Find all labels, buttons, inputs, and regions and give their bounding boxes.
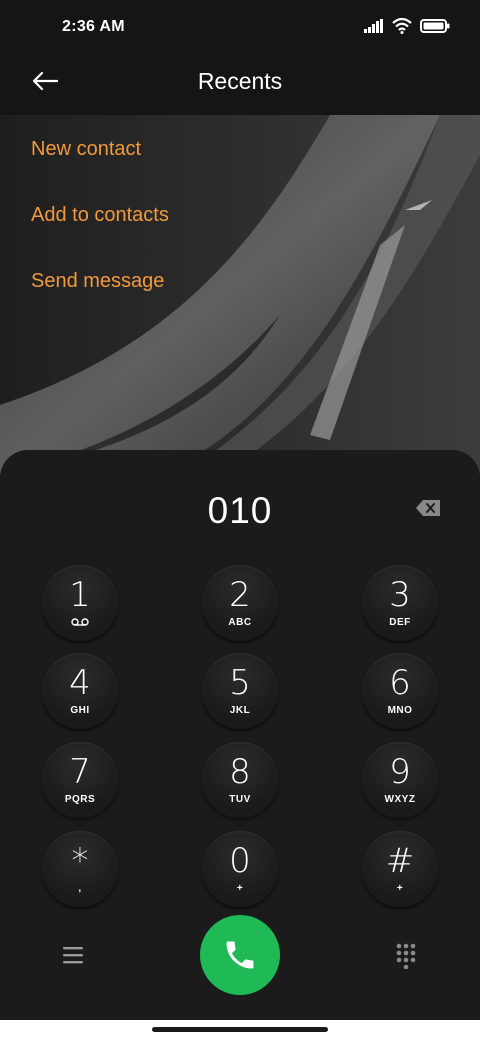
signal-icon <box>364 19 383 33</box>
key-2[interactable]: 2 ABC <box>202 565 278 641</box>
add-to-contacts-option[interactable]: Add to contacts <box>31 182 169 248</box>
key-hash-digit: # <box>385 841 415 881</box>
call-button[interactable] <box>200 915 280 995</box>
key-0[interactable]: 0 + <box>202 831 278 907</box>
new-contact-option[interactable]: New contact <box>31 116 169 182</box>
dialpad-icon[interactable] <box>396 943 416 969</box>
key-4-digit: 4 <box>69 663 91 703</box>
backspace-icon[interactable] <box>416 500 440 516</box>
status-time: 2:36 AM <box>62 18 125 35</box>
gesture-bar <box>0 1020 480 1040</box>
key-1[interactable]: 1 <box>42 565 118 641</box>
hamburger-icon[interactable] <box>62 945 84 965</box>
status-bar: 2:36 AM <box>0 0 480 56</box>
dialer-actions <box>0 915 480 995</box>
key-3-letters: DEF <box>389 617 411 628</box>
key-1-digit: 1 <box>69 575 91 615</box>
wifi-icon <box>392 18 412 34</box>
key-7-digit: 7 <box>69 752 91 792</box>
send-message-option[interactable]: Send message <box>31 248 169 314</box>
header: Recents <box>0 56 480 106</box>
options-menu: New contact Add to contacts Send message <box>31 116 169 314</box>
key-6-letters: MNO <box>387 705 413 716</box>
battery-icon <box>420 19 450 33</box>
phone-icon <box>226 941 254 969</box>
key-8-digit: 8 <box>229 752 251 792</box>
key-7[interactable]: 7 PQRS <box>42 742 118 818</box>
key-8[interactable]: 8 TUV <box>202 742 278 818</box>
home-indicator[interactable] <box>152 1027 328 1032</box>
voicemail-icon <box>71 618 89 626</box>
key-9[interactable]: 9 WXYZ <box>362 742 438 818</box>
key-3-digit: 3 <box>389 575 411 615</box>
key-5-digit: 5 <box>229 663 251 703</box>
key-8-letters: TUV <box>229 794 251 805</box>
key-star[interactable]: * , <box>42 831 118 907</box>
key-star-digit: * <box>71 841 89 881</box>
dialer-screen: 2:36 AM Recents New contact Add to conta… <box>0 0 480 1040</box>
key-3[interactable]: 3 DEF <box>362 565 438 641</box>
key-9-digit: 9 <box>389 752 411 792</box>
key-hash[interactable]: # + <box>362 831 438 907</box>
key-5[interactable]: 5 JKL <box>202 653 278 729</box>
key-5-letters: JKL <box>229 705 251 716</box>
page-title: Recents <box>197 68 283 94</box>
key-hash-letters: + <box>396 883 404 894</box>
key-2-letters: ABC <box>228 617 252 628</box>
key-0-digit: 0 <box>229 841 251 881</box>
key-6[interactable]: 6 MNO <box>362 653 438 729</box>
key-7-letters: PQRS <box>64 794 96 805</box>
key-9-letters: WXYZ <box>384 794 416 805</box>
key-star-letters: , <box>78 883 82 894</box>
status-icons <box>364 18 450 34</box>
key-0-letters: + <box>236 883 244 894</box>
key-4[interactable]: 4 GHI <box>42 653 118 729</box>
dialed-number: 010 <box>207 490 273 531</box>
key-4-letters: GHI <box>70 705 90 716</box>
key-2-digit: 2 <box>229 575 251 615</box>
key-6-digit: 6 <box>389 663 411 703</box>
